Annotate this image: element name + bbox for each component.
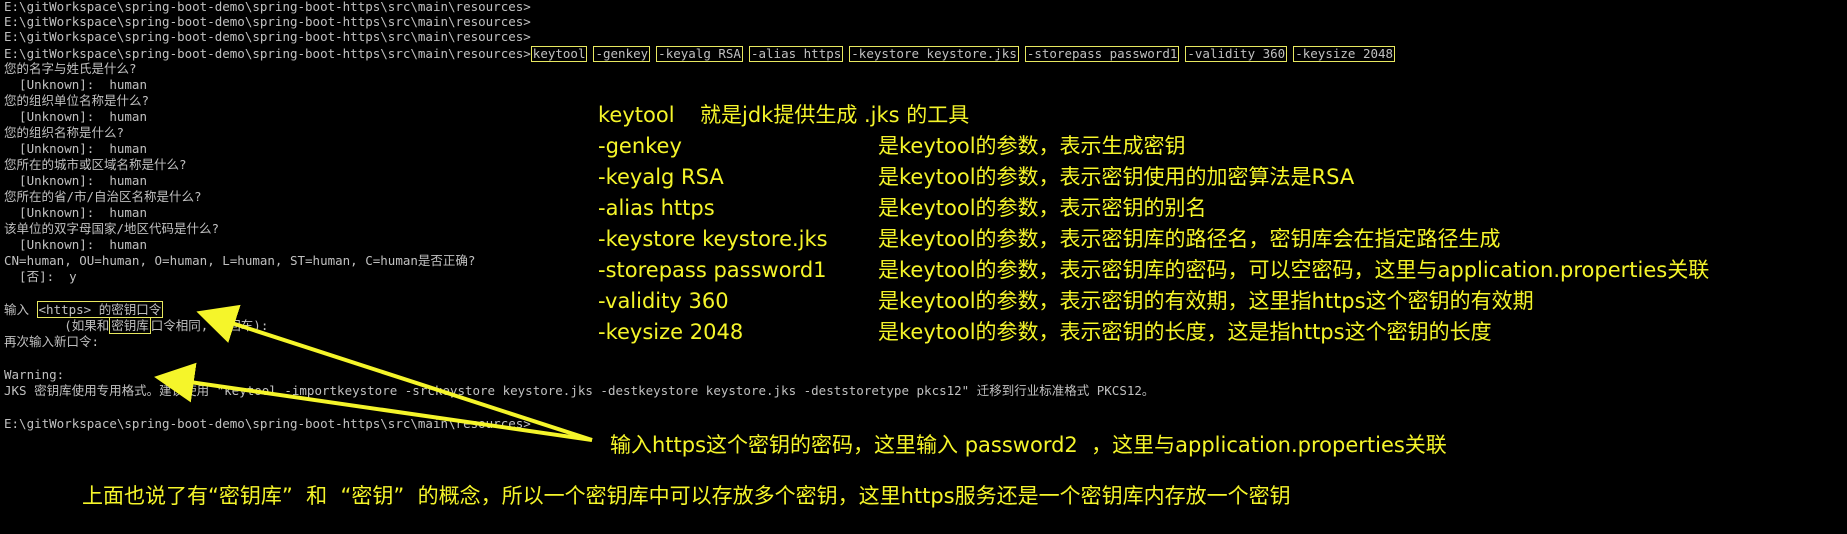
arrow-to-final-prompt [154,362,593,442]
screenshot-canvas: E:\gitWorkspace\spring-boot-demo\spring-… [0,0,1847,534]
arrow-to-password-prompt [196,304,593,442]
annotation-arrows [154,304,593,442]
